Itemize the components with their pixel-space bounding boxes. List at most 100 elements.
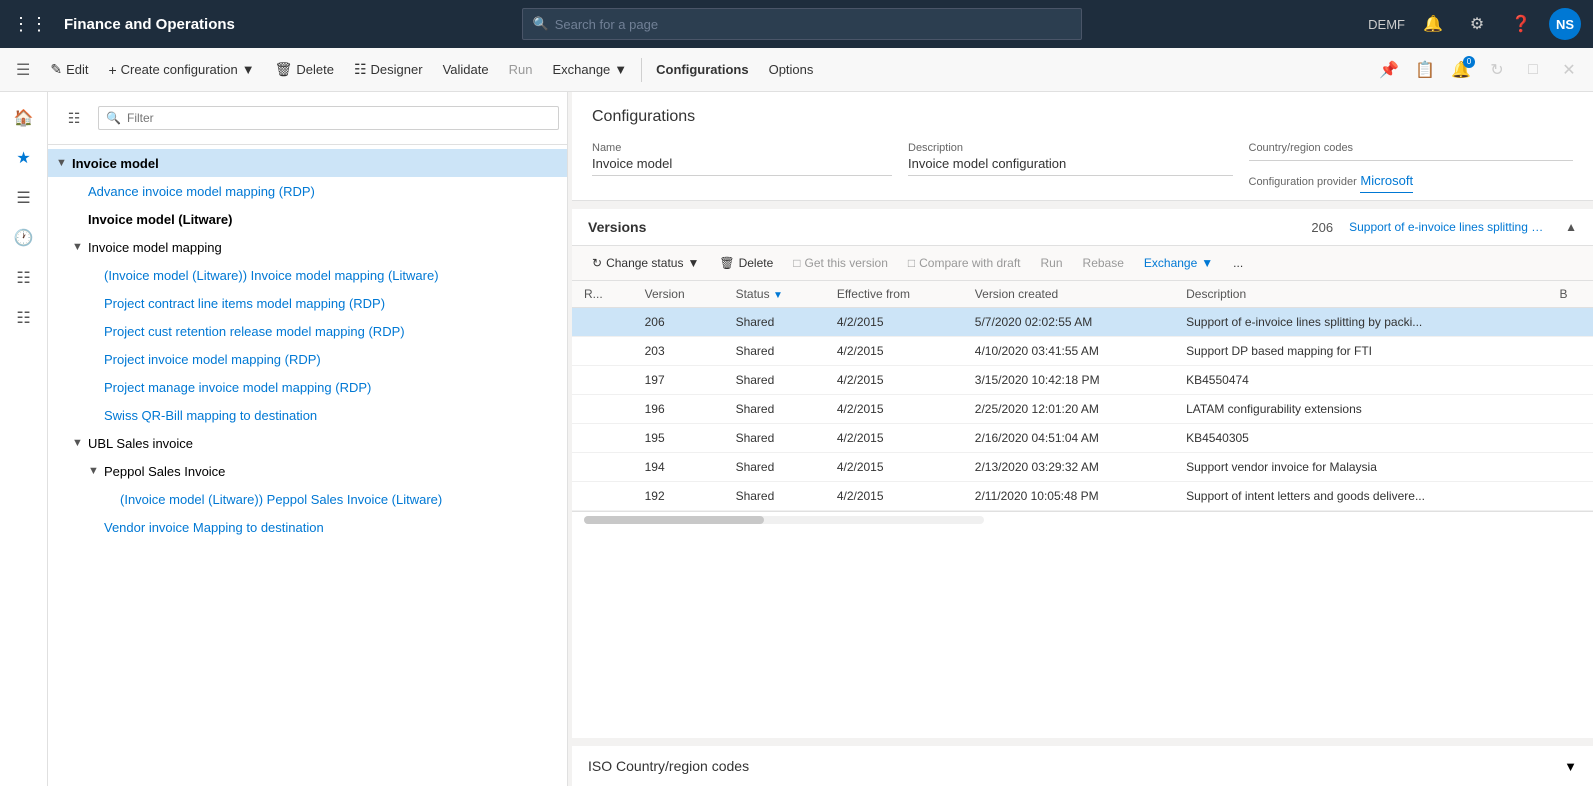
lines-icon[interactable]: ☷	[6, 300, 42, 336]
pin-icon[interactable]: 📌	[1373, 54, 1405, 86]
tree-item-mapping-litware[interactable]: (Invoice model (Litware)) Invoice model …	[48, 261, 567, 289]
home-icon[interactable]: 🏠	[6, 100, 42, 136]
get-this-version-button[interactable]: □ Get this version	[785, 252, 896, 274]
search-bar[interactable]: 🔍	[522, 8, 1082, 40]
cell-versionCreated: 3/15/2020 10:42:18 PM	[963, 366, 1174, 395]
menu-toggle-button[interactable]: ☰	[8, 56, 38, 84]
table-row[interactable]: 203Shared4/2/20154/10/2020 03:41:55 AMSu…	[572, 337, 1593, 366]
table-row[interactable]: 196Shared4/2/20152/25/2020 12:01:20 AMLA…	[572, 395, 1593, 424]
provider-value[interactable]: Microsoft	[1360, 173, 1413, 193]
close-icon[interactable]: ✕	[1553, 54, 1585, 86]
notification-badge-icon[interactable]: 🔔0	[1445, 54, 1477, 86]
user-avatar[interactable]: NS	[1549, 8, 1581, 40]
cell-r	[572, 453, 633, 482]
table-row[interactable]: 206Shared4/2/20155/7/2020 02:02:55 AMSup…	[572, 308, 1593, 337]
tree-item-label-proj-manage: Project manage invoice model mapping (RD…	[104, 380, 371, 395]
help-icon[interactable]: ❓	[1505, 8, 1537, 40]
versions-exchange-button[interactable]: Exchange ▼	[1136, 252, 1221, 274]
status-filter-icon[interactable]: ▼	[773, 290, 783, 301]
environment-label: DEMF	[1368, 17, 1405, 32]
filter-input[interactable]	[98, 106, 559, 130]
tree-item-label-proj-contract: Project contract line items model mappin…	[104, 296, 385, 311]
tree-item-label-invoice-model: Invoice model	[72, 156, 159, 171]
name-label: Name	[592, 142, 892, 154]
exchange-button[interactable]: Exchange ▼	[544, 58, 635, 81]
top-nav-right: DEMF 🔔 ⚙ ❓ NS	[1368, 8, 1581, 40]
country-value	[1249, 156, 1574, 161]
search-input[interactable]	[555, 17, 1071, 32]
h-scrollbar[interactable]	[584, 516, 984, 524]
table-row[interactable]: 192Shared4/2/20152/11/2020 10:05:48 PMSu…	[572, 482, 1593, 511]
more-button[interactable]: ...	[1225, 252, 1251, 274]
cell-effectiveFrom: 4/2/2015	[825, 453, 963, 482]
validate-button[interactable]: Validate	[435, 58, 497, 81]
designer-button[interactable]: ☷ Designer	[346, 57, 431, 82]
create-config-button[interactable]: + Create configuration ▼	[100, 58, 262, 82]
tree-item-project-manage[interactable]: Project manage invoice model mapping (RD…	[48, 373, 567, 401]
configurations-button[interactable]: Configurations	[648, 58, 756, 81]
star-icon[interactable]: ★	[6, 140, 42, 176]
cell-description: Support vendor invoice for Malaysia	[1174, 453, 1547, 482]
delete-icon-small: 🗑	[719, 256, 734, 270]
tree-item-label-advance: Advance invoice model mapping (RDP)	[88, 184, 315, 199]
tree-item-label-proj-invoice: Project invoice model mapping (RDP)	[104, 352, 321, 367]
grid-menu-icon[interactable]: ⋮⋮	[12, 14, 48, 35]
change-status-button[interactable]: ↻ Change status ▼	[584, 252, 707, 274]
tree-item-advance-invoice[interactable]: Advance invoice model mapping (RDP)	[48, 177, 567, 205]
cell-r	[572, 424, 633, 453]
table-row[interactable]: 195Shared4/2/20152/16/2020 04:51:04 AMKB…	[572, 424, 1593, 453]
tree-item-project-invoice[interactable]: Project invoice model mapping (RDP)	[48, 345, 567, 373]
cell-r	[572, 366, 633, 395]
tree-item-ubl[interactable]: ▼ UBL Sales invoice	[48, 429, 567, 457]
plus-icon: +	[108, 62, 116, 78]
table-row[interactable]: 194Shared4/2/20152/13/2020 03:29:32 AMSu…	[572, 453, 1593, 482]
h-scrollbar-thumb[interactable]	[584, 516, 764, 524]
cell-effectiveFrom: 4/2/2015	[825, 395, 963, 424]
cell-versionCreated: 5/7/2020 02:02:55 AM	[963, 308, 1174, 337]
change-status-chevron: ▼	[687, 256, 699, 270]
tree-item-project-contract[interactable]: Project contract line items model mappin…	[48, 289, 567, 317]
get-version-icon: □	[793, 256, 800, 270]
col-version-created: Version created	[963, 281, 1174, 308]
rebase-button[interactable]: Rebase	[1075, 252, 1132, 274]
tree-item-invoice-mapping[interactable]: ▼ Invoice model mapping	[48, 233, 567, 261]
cell-version: 203	[633, 337, 724, 366]
col-b: B	[1547, 281, 1593, 308]
tree-item-label-litware: Invoice model (Litware)	[88, 212, 232, 227]
tree-item-invoice-litware[interactable]: Invoice model (Litware)	[48, 205, 567, 233]
tree-item-peppol-litware[interactable]: (Invoice model (Litware)) Peppol Sales I…	[48, 485, 567, 513]
tree-item-swiss-qr[interactable]: Swiss QR-Bill mapping to destination	[48, 401, 567, 429]
cell-description: KB4540305	[1174, 424, 1547, 453]
versions-delete-button[interactable]: 🗑 Delete	[711, 252, 781, 274]
versions-collapse-icon[interactable]: ▲	[1565, 220, 1577, 234]
cell-versionCreated: 2/16/2020 04:51:04 AM	[963, 424, 1174, 453]
clock-icon[interactable]: 🕐	[6, 220, 42, 256]
list-menu-icon[interactable]: ☰	[6, 180, 42, 216]
edit-button[interactable]: ✎ Edit	[42, 57, 96, 82]
versions-run-button[interactable]: Run	[1033, 252, 1071, 274]
tree-item-peppol[interactable]: ▼ Peppol Sales Invoice	[48, 457, 567, 485]
settings-icon[interactable]: ⚙	[1461, 8, 1493, 40]
delete-button[interactable]: 🗑 Delete	[267, 57, 342, 82]
compare-with-draft-button[interactable]: □ Compare with draft	[900, 252, 1029, 274]
field-group-country: Country/region codes Configuration provi…	[1249, 142, 1574, 188]
cell-versionCreated: 2/25/2020 12:01:20 AM	[963, 395, 1174, 424]
create-config-chevron: ▼	[242, 62, 255, 77]
filter-toggle-icon[interactable]: ☷	[56, 100, 92, 136]
cell-versionCreated: 2/11/2020 10:05:48 PM	[963, 482, 1174, 511]
tree-item-invoice-model[interactable]: ▼ Invoice model	[48, 149, 567, 177]
run-button[interactable]: Run	[501, 58, 541, 81]
tree-item-project-cust[interactable]: Project cust retention release model map…	[48, 317, 567, 345]
cell-version: 194	[633, 453, 724, 482]
grid-icon[interactable]: ☷	[6, 260, 42, 296]
iso-collapse-icon[interactable]: ▼	[1564, 759, 1577, 774]
restore-icon[interactable]: □	[1517, 54, 1549, 86]
notification-icon[interactable]: 🔔	[1417, 8, 1449, 40]
options-button[interactable]: Options	[761, 58, 822, 81]
bookmark-icon[interactable]: 📋	[1409, 54, 1441, 86]
refresh-icon[interactable]: ↻	[1481, 54, 1513, 86]
tree-item-label-swiss: Swiss QR-Bill mapping to destination	[104, 408, 317, 423]
filter-wrap: 🔍	[98, 106, 559, 130]
tree-item-vendor-invoice[interactable]: Vendor invoice Mapping to destination	[48, 513, 567, 541]
table-row[interactable]: 197Shared4/2/20153/15/2020 10:42:18 PMKB…	[572, 366, 1593, 395]
